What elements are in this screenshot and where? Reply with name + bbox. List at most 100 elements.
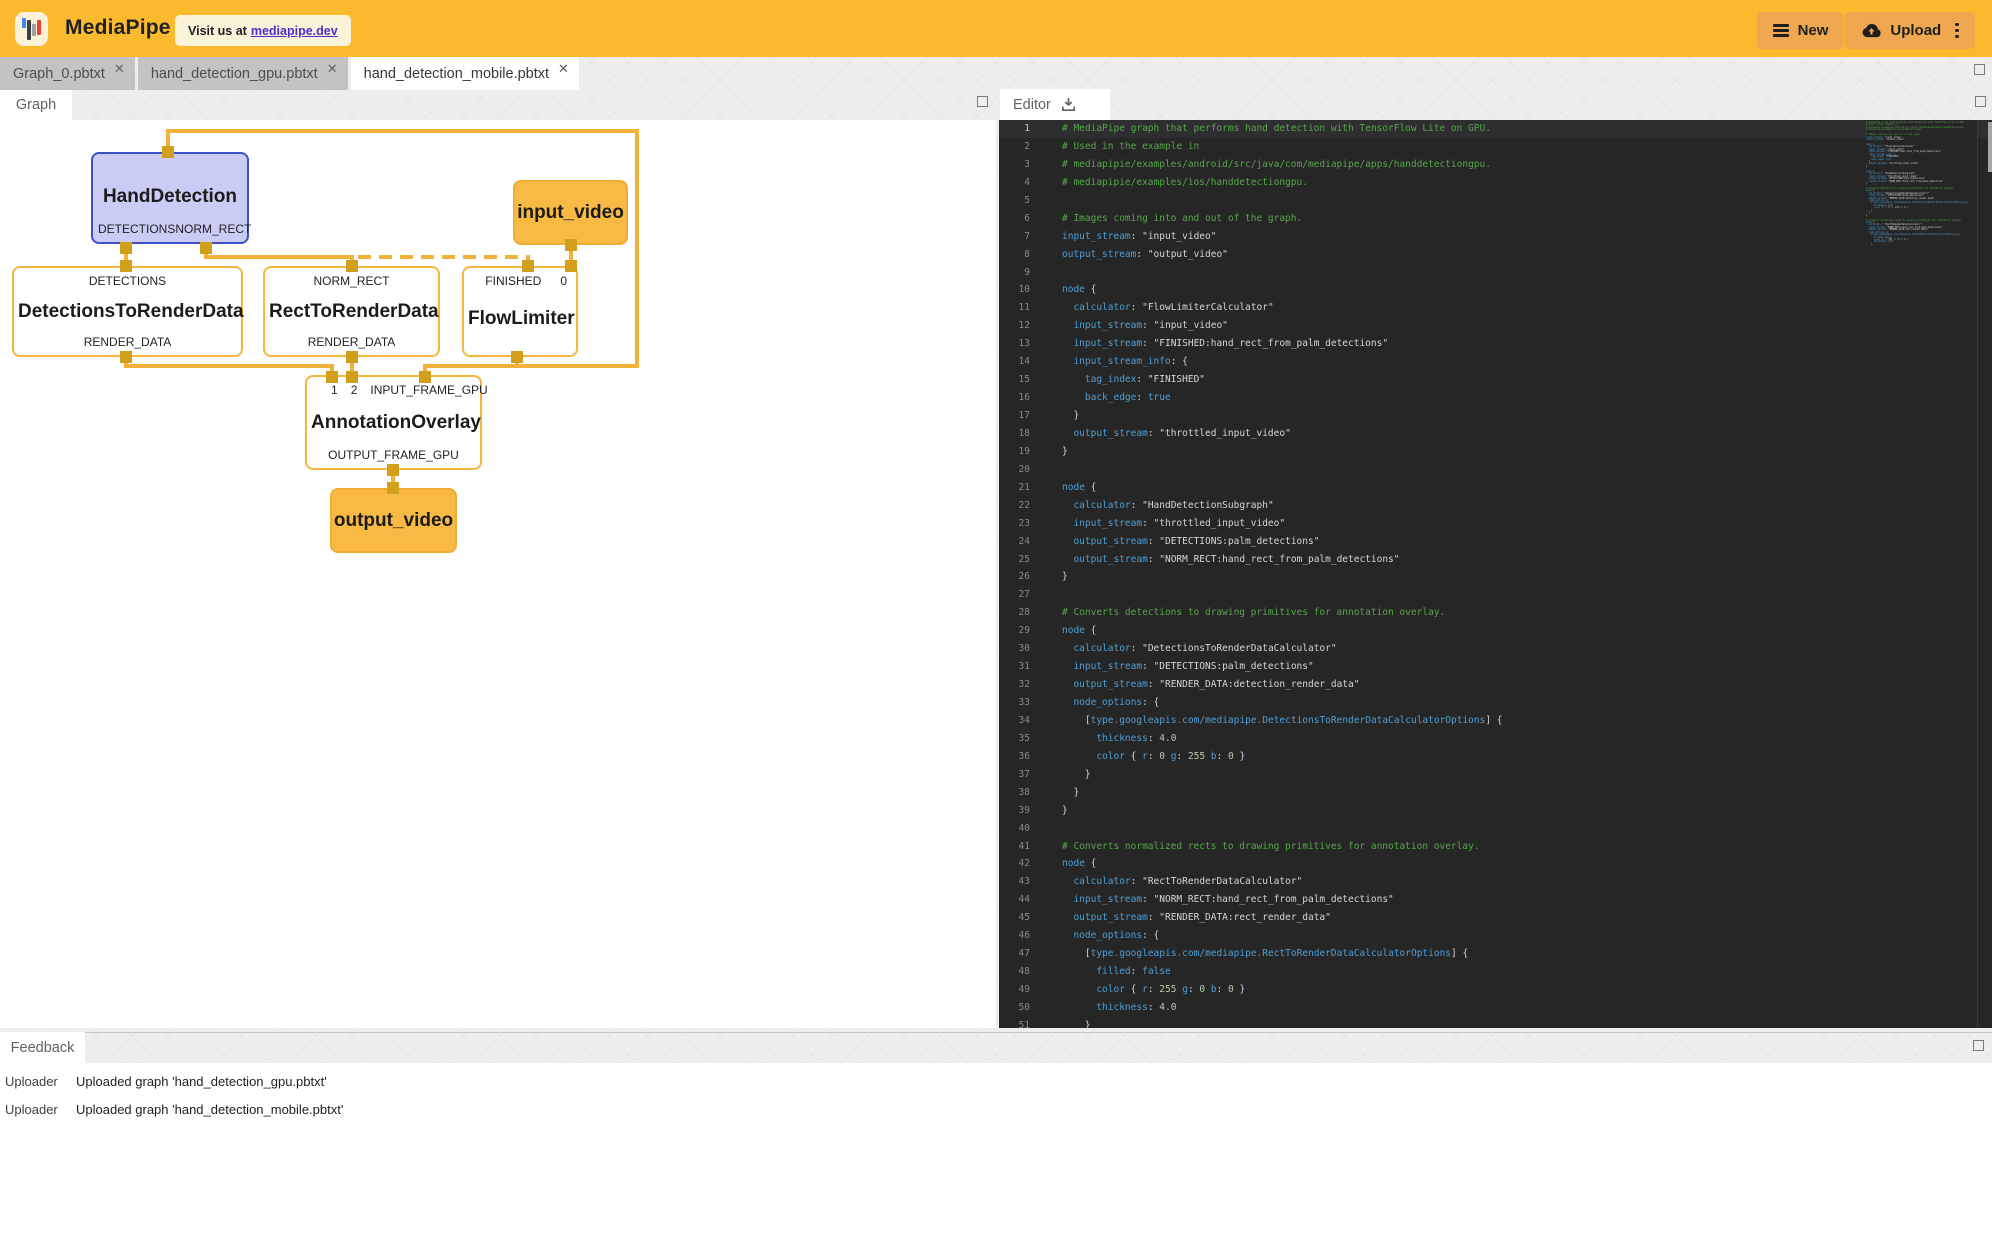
- line-number: 4: [999, 174, 1030, 192]
- line-number: 17: [999, 407, 1030, 425]
- line-number: 26: [999, 568, 1030, 586]
- editor-panel-tab[interactable]: Editor: [1000, 89, 1110, 120]
- node-annotation-overlay[interactable]: 1 2 INPUT_FRAME_GPU AnnotationOverlay OU…: [305, 375, 482, 470]
- code-line: 51 }: [999, 1017, 1992, 1028]
- node-hand-detection[interactable]: HandDetection DETECTIONS NORM_RECT: [91, 152, 249, 244]
- code-line: 19}: [999, 443, 1992, 461]
- mediapipe-dev-link[interactable]: mediapipe.dev: [251, 24, 338, 38]
- tab-graph-0-pbtxt[interactable]: Graph_0.pbtxt ✕: [0, 57, 135, 90]
- port-label-finished: FINISHED: [485, 274, 541, 288]
- code-line: 40: [999, 820, 1992, 838]
- code-line: 49 color { r: 255 g: 0 b: 0 }: [999, 981, 1992, 999]
- port-label-1: 1: [331, 383, 338, 397]
- code-line: 6# Images coming into and out of the gra…: [999, 210, 1992, 228]
- code-line: 41# Converts normalized rects to drawing…: [999, 838, 1992, 856]
- code-line: 13 input_stream: "FINISHED:hand_rect_fro…: [999, 335, 1992, 353]
- line-number: 5: [999, 192, 1030, 210]
- mediapipe-logo-icon: [15, 12, 48, 46]
- graph-panel-tab[interactable]: Graph: [0, 90, 72, 120]
- line-number: 32: [999, 676, 1030, 694]
- line-number: 28: [999, 604, 1030, 622]
- editor-maximize-icon[interactable]: [1975, 96, 1986, 107]
- mediapipe-visualizer: MediaPipe Visit us at mediapipe.dev New …: [0, 0, 1992, 1236]
- node-detections-to-render-data[interactable]: DETECTIONS DetectionsToRenderData RENDER…: [12, 266, 243, 357]
- feedback-row: Uploader Uploaded graph 'hand_detection_…: [0, 1095, 1992, 1123]
- line-number: 48: [999, 963, 1030, 981]
- line-number: 30: [999, 640, 1030, 658]
- line-number: 51: [999, 1017, 1030, 1028]
- line-number: 34: [999, 712, 1030, 730]
- graph-maximize-icon[interactable]: [977, 96, 988, 107]
- edge-norm-rect: [206, 246, 352, 268]
- tab-hand-detection-gpu-pbtxt[interactable]: hand_detection_gpu.pbtxt ✕: [138, 57, 348, 90]
- maximize-icon[interactable]: [1974, 64, 1985, 75]
- line-number: 29: [999, 622, 1030, 640]
- feedback-message: Uploaded graph 'hand_detection_mobile.pb…: [62, 1102, 343, 1117]
- upload-button-label: Upload: [1890, 22, 1941, 39]
- line-number: 7: [999, 228, 1030, 246]
- tab-close-icon[interactable]: ✕: [114, 62, 125, 75]
- node-title: output_video: [334, 510, 453, 532]
- code-line: 24 output_stream: "DETECTIONS:palm_detec…: [999, 533, 1992, 551]
- editor-tab-label: Editor: [1013, 97, 1051, 113]
- feedback-log: Uploader Uploaded graph 'hand_detection_…: [0, 1063, 1992, 1236]
- node-output-video[interactable]: output_video: [330, 488, 457, 553]
- tab-label: hand_detection_gpu.pbtxt: [151, 66, 318, 82]
- port-label-input-frame-gpu: INPUT_FRAME_GPU: [370, 383, 487, 397]
- port-label-render-data: RENDER_DATA: [84, 335, 172, 349]
- node-input-video[interactable]: input_video: [513, 180, 628, 245]
- feedback-panel-tab[interactable]: Feedback: [0, 1032, 85, 1063]
- line-number: 42: [999, 855, 1030, 873]
- line-number: 33: [999, 694, 1030, 712]
- port-label-output-frame-gpu: OUTPUT_FRAME_GPU: [328, 448, 459, 462]
- edge-detection-render-data: [126, 355, 332, 379]
- node-title: RectToRenderData: [269, 301, 434, 323]
- upload-button[interactable]: Upload: [1845, 12, 1975, 49]
- port-label-2: 2: [351, 383, 358, 397]
- line-number: 40: [999, 820, 1030, 838]
- code-line: 25 output_stream: "NORM_RECT:hand_rect_f…: [999, 551, 1992, 569]
- feedback-row: Uploader Uploaded graph 'hand_detection_…: [0, 1067, 1992, 1095]
- code-line: 33 node_options: {: [999, 694, 1992, 712]
- visit-text: Visit us at: [188, 24, 247, 38]
- editor-scrollbar-thumb[interactable]: [1988, 122, 1992, 172]
- code-line: 48 filled: false: [999, 963, 1992, 981]
- code-line: 3# mediapipie/examples/android/src/java/…: [999, 156, 1992, 174]
- node-rect-to-render-data[interactable]: NORM_RECT RectToRenderData RENDER_DATA: [263, 266, 440, 357]
- new-button[interactable]: New: [1757, 12, 1844, 49]
- code-line: 17 }: [999, 407, 1992, 425]
- new-button-label: New: [1798, 22, 1829, 39]
- graph-canvas[interactable]: HandDetection DETECTIONS NORM_RECT input…: [0, 120, 996, 1028]
- code-editor[interactable]: 1 # MediaPipe graph that performs hand de…: [999, 120, 1992, 1028]
- code-line: 1# MediaPipe graph that performs hand de…: [999, 120, 1992, 138]
- visit-badge: Visit us at mediapipe.dev: [175, 15, 351, 46]
- file-tab-strip: Graph_0.pbtxt ✕ hand_detection_gpu.pbtxt…: [0, 57, 579, 90]
- line-number: 18: [999, 425, 1030, 443]
- tab-close-icon[interactable]: ✕: [558, 62, 569, 75]
- tab-label: Graph_0.pbtxt: [13, 66, 105, 82]
- tab-hand-detection-mobile-pbtxt[interactable]: hand_detection_mobile.pbtxt ✕: [351, 57, 579, 90]
- code-line: 28# Converts detections to drawing primi…: [999, 604, 1992, 622]
- graph-edges: [0, 120, 996, 1028]
- code-line: 27: [999, 586, 1992, 604]
- code-line: 9: [999, 264, 1992, 282]
- code-line: 5: [999, 192, 1992, 210]
- feedback-maximize-icon[interactable]: [1973, 1040, 1984, 1051]
- line-number: 45: [999, 909, 1030, 927]
- code-line: 18 output_stream: "throttled_input_video…: [999, 425, 1992, 443]
- editor-minimap[interactable]: # MediaPipe graph that performs hand det…: [1866, 120, 1978, 1028]
- code-line: 30 calculator: "DetectionsToRenderDataCa…: [999, 640, 1992, 658]
- code-line: 44 input_stream: "NORM_RECT:hand_rect_fr…: [999, 891, 1992, 909]
- tab-close-icon[interactable]: ✕: [327, 62, 338, 75]
- port-label-0: 0: [560, 274, 567, 288]
- line-number: 1: [999, 120, 1030, 138]
- code-line: 34 [type.googleapis.com/mediapipe.Detect…: [999, 712, 1992, 730]
- app-header: MediaPipe Visit us at mediapipe.dev New …: [0, 0, 1992, 57]
- node-flow-limiter[interactable]: FINISHED 0 FlowLimiter: [462, 266, 578, 357]
- line-number: 6: [999, 210, 1030, 228]
- download-icon[interactable]: [1060, 96, 1077, 113]
- code-line: 45 output_stream: "RENDER_DATA:rect_rend…: [999, 909, 1992, 927]
- upload-menu-kebab-icon[interactable]: [1955, 23, 1958, 38]
- feedback-message: Uploaded graph 'hand_detection_gpu.pbtxt…: [62, 1074, 327, 1089]
- feedback-source: Uploader: [0, 1074, 62, 1089]
